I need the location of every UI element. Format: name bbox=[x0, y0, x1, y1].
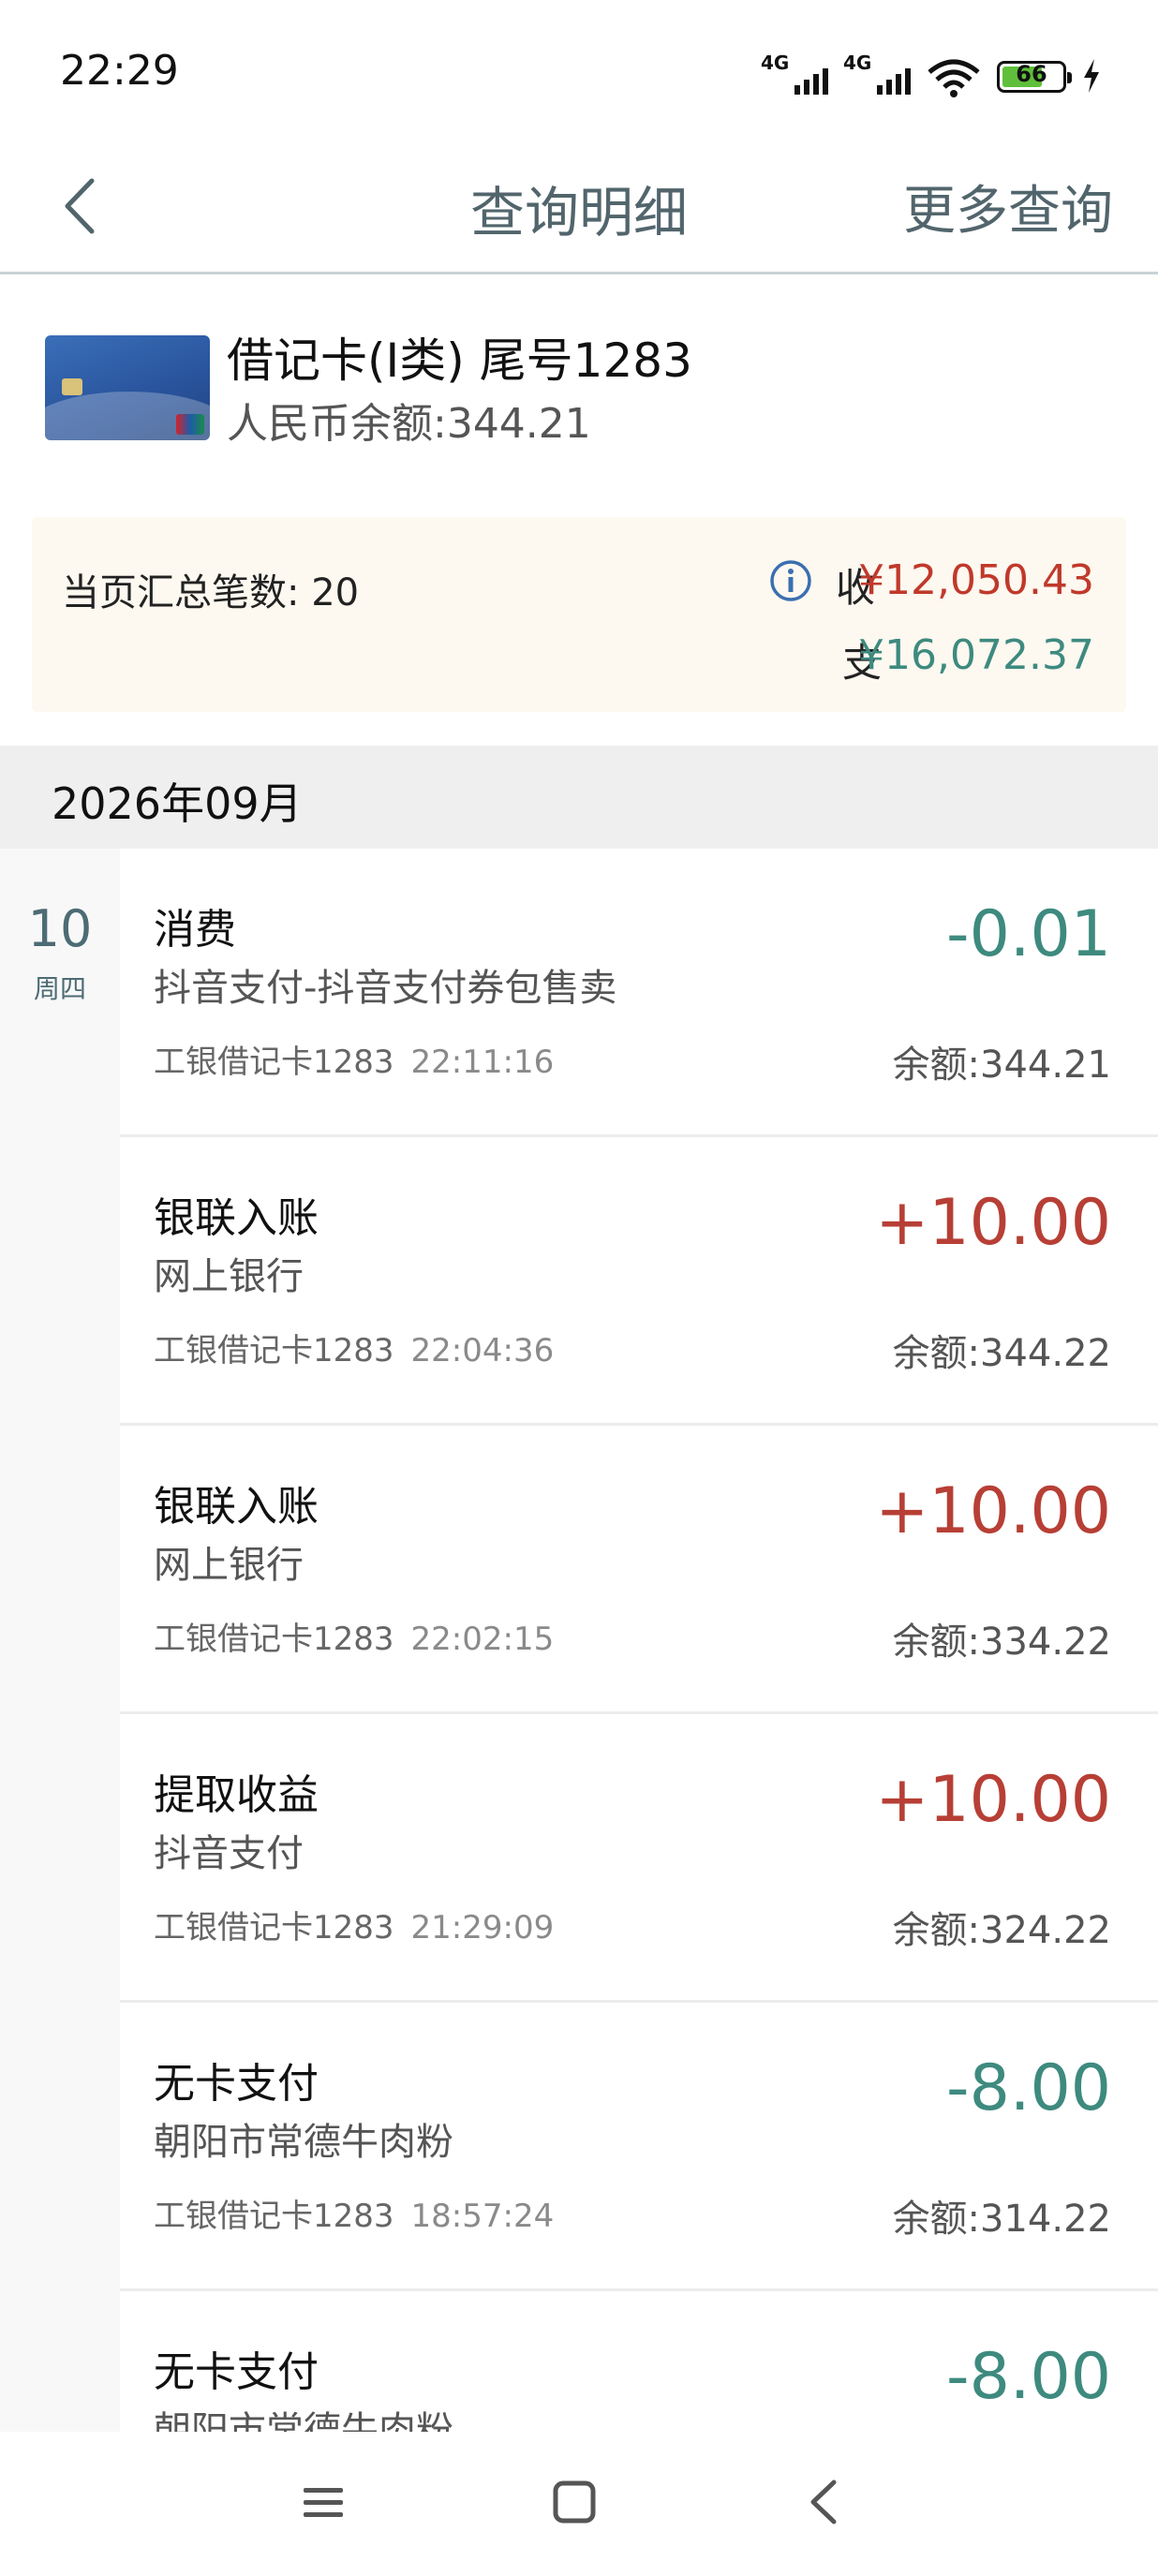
status-icons: 4G 4G 66 bbox=[761, 52, 1102, 98]
transaction-time: 22:11:16 bbox=[410, 1044, 555, 1081]
transaction-amount: +10.00 bbox=[875, 1474, 1111, 1548]
date-weekday: 周四 bbox=[33, 973, 86, 1004]
transaction-amount: -8.00 bbox=[946, 2340, 1111, 2414]
battery-icon: 66 bbox=[997, 61, 1072, 93]
transaction-type: 消费 bbox=[154, 906, 236, 954]
transaction-desc: 抖音支付 bbox=[154, 1832, 304, 1875]
transaction-card: 工银借记卡1283 21:29:09 bbox=[154, 1909, 555, 1947]
wifi-icon bbox=[928, 59, 980, 97]
transaction-balance: 余额:324.22 bbox=[892, 1909, 1111, 1952]
expense-total: ¥16,072.37 bbox=[858, 631, 1094, 679]
date-day: 10 bbox=[27, 899, 93, 958]
transaction-time: 21:29:09 bbox=[410, 1909, 555, 1947]
transaction-balance: 余额:344.21 bbox=[892, 1044, 1111, 1087]
page-summary: 当页汇总笔数: 20 收 ¥12,050.43 支 ¥16,072.37 bbox=[32, 517, 1126, 712]
transaction-card: 工银借记卡1283 18:57:24 bbox=[154, 2198, 555, 2235]
transaction-type: 无卡支付 bbox=[154, 2348, 319, 2396]
bank-card-image bbox=[45, 335, 210, 440]
summary-count: 当页汇总笔数: 20 bbox=[62, 571, 360, 614]
transaction-time: 18:57:24 bbox=[410, 2198, 555, 2235]
transaction-row[interactable]: 消费 抖音支付-抖音支付券包售卖 工银借记卡1283 22:11:16 -0.01… bbox=[120, 849, 1158, 1137]
transaction-type: 银联入账 bbox=[154, 1194, 319, 1242]
signal-4g-icon: 4G bbox=[761, 52, 828, 98]
home-icon[interactable] bbox=[542, 2469, 607, 2535]
transaction-row[interactable]: 无卡支付 朝阳市常德牛肉粉 -8.00 bbox=[120, 2291, 1158, 2432]
system-nav-bar bbox=[0, 2432, 1158, 2576]
transaction-desc: 朝阳市常德牛肉粉 bbox=[154, 2121, 453, 2164]
month-label: 2026年09月 bbox=[52, 778, 303, 829]
transaction-desc: 网上银行 bbox=[154, 1255, 304, 1298]
transaction-type: 提取收益 bbox=[154, 1771, 319, 1819]
more-query-button[interactable]: 更多查询 bbox=[903, 169, 1113, 244]
transaction-card: 工银借记卡1283 22:11:16 bbox=[154, 1044, 555, 1081]
card-balance: 人民币余额:344.21 bbox=[227, 400, 591, 448]
transaction-amount: +10.00 bbox=[875, 1186, 1111, 1260]
transaction-amount: -0.01 bbox=[946, 897, 1111, 971]
nav-bar: 查询明细 更多查询 bbox=[0, 141, 1158, 274]
transaction-desc: 网上银行 bbox=[154, 1544, 304, 1587]
transaction-balance: 余额:334.22 bbox=[892, 1621, 1111, 1664]
signal-4g-icon: 4G bbox=[843, 52, 911, 98]
menu-icon[interactable] bbox=[290, 2469, 356, 2535]
transaction-card: 工银借记卡1283 22:04:36 bbox=[154, 1332, 555, 1369]
transaction-row[interactable]: 银联入账 网上银行 工银借记卡1283 22:02:15 +10.00 余额:33… bbox=[120, 1426, 1158, 1714]
transaction-balance: 余额:314.22 bbox=[892, 2198, 1111, 2241]
transaction-list[interactable]: 10 周四 消费 抖音支付-抖音支付券包售卖 工银借记卡1283 22:11:16… bbox=[0, 849, 1158, 2432]
transaction-time: 22:02:15 bbox=[410, 1621, 555, 1658]
transaction-desc: 抖音支付-抖音支付券包售卖 bbox=[154, 967, 617, 1010]
transaction-row[interactable]: 提取收益 抖音支付 工银借记卡1283 21:29:09 +10.00 余额:32… bbox=[120, 1714, 1158, 2003]
transaction-type: 银联入账 bbox=[154, 1483, 319, 1531]
account-card-header: 借记卡(I类) 尾号1283 人民币余额:344.21 bbox=[0, 274, 1158, 490]
system-back-icon[interactable] bbox=[793, 2469, 858, 2535]
transaction-amount: -8.00 bbox=[946, 2051, 1111, 2125]
month-header: 2026年09月 bbox=[0, 746, 1158, 849]
transaction-desc: 朝阳市常德牛肉粉 bbox=[154, 2409, 453, 2432]
transaction-time: 22:04:36 bbox=[410, 1332, 555, 1369]
transaction-type: 无卡支付 bbox=[154, 2060, 319, 2108]
transaction-amount: +10.00 bbox=[875, 1763, 1111, 1837]
transaction-balance: 余额:344.22 bbox=[892, 1332, 1111, 1375]
status-bar: 22:29 4G 4G 66 bbox=[0, 0, 1158, 141]
status-time: 22:29 bbox=[60, 47, 179, 95]
transaction-card: 工银借记卡1283 22:02:15 bbox=[154, 1621, 555, 1658]
income-total: ¥12,050.43 bbox=[858, 556, 1094, 604]
transaction-row[interactable]: 无卡支付 朝阳市常德牛肉粉 工银借记卡1283 18:57:24 -8.00 余额… bbox=[120, 2003, 1158, 2291]
card-title: 借记卡(I类) 尾号1283 bbox=[227, 333, 692, 388]
charging-bolt-icon bbox=[1084, 59, 1099, 93]
transaction-row[interactable]: 银联入账 网上银行 工银借记卡1283 22:04:36 +10.00 余额:34… bbox=[120, 1137, 1158, 1426]
date-column: 10 周四 bbox=[0, 849, 120, 2432]
info-icon[interactable] bbox=[768, 558, 813, 603]
